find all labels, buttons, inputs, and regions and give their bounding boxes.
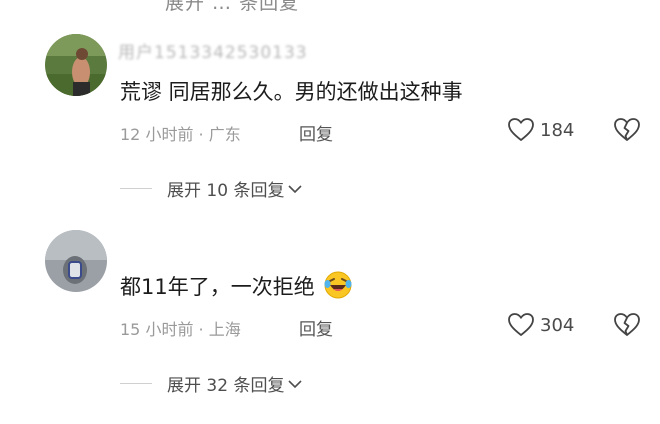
- username[interactable]: 用户1513342530133: [118, 38, 308, 63]
- reply-button[interactable]: 回复: [299, 315, 333, 340]
- heart-icon: [508, 313, 534, 336]
- like-button[interactable]: 304: [508, 313, 574, 337]
- comment-meta: 12 小时前 · 广东: [120, 121, 241, 145]
- chevron-down-icon: [288, 379, 303, 388]
- heart-icon: [508, 118, 534, 141]
- comment-text: 荒谬 同居那么久。男的还做出这种事: [120, 76, 463, 106]
- expand-replies-label: 展开 32 条回复: [167, 376, 285, 396]
- avatar[interactable]: [45, 34, 107, 96]
- comment-meta: 15 小时前 · 上海: [120, 316, 241, 340]
- separator: ·: [198, 320, 209, 339]
- like-count: 184: [540, 119, 575, 141]
- dislike-button[interactable]: [614, 313, 640, 341]
- comment-text: 都11年了，一次拒绝: [120, 270, 353, 305]
- expand-replies-button[interactable]: 展开 32 条回复: [120, 371, 303, 396]
- broken-heart-icon: [614, 313, 640, 336]
- comment-location: 上海: [208, 320, 241, 339]
- expand-replies-label: 展开 10 条回复: [167, 181, 285, 201]
- reply-button[interactable]: 回复: [299, 120, 333, 145]
- laughing-tears-emoji-icon: [323, 270, 353, 305]
- comment-time: 15 小时前: [120, 320, 194, 339]
- separator: ·: [198, 125, 209, 144]
- like-button[interactable]: 184: [508, 118, 574, 142]
- comment-text-body: 都11年了，一次拒绝: [120, 275, 315, 299]
- avatar[interactable]: [45, 230, 107, 292]
- previous-expand-replies[interactable]: 展开 … 条回复: [165, 0, 299, 15]
- comment-text-body: 荒谬 同居那么久。男的还做出这种事: [120, 80, 463, 104]
- comment-time: 12 小时前: [120, 125, 194, 144]
- comment-location: 广东: [208, 125, 241, 144]
- dislike-button[interactable]: [614, 118, 640, 146]
- divider-line: [120, 383, 152, 384]
- broken-heart-icon: [614, 118, 640, 141]
- expand-replies-button[interactable]: 展开 10 条回复: [120, 176, 303, 201]
- like-count: 304: [540, 314, 575, 336]
- divider-line: [120, 188, 152, 189]
- chevron-down-icon: [288, 184, 303, 193]
